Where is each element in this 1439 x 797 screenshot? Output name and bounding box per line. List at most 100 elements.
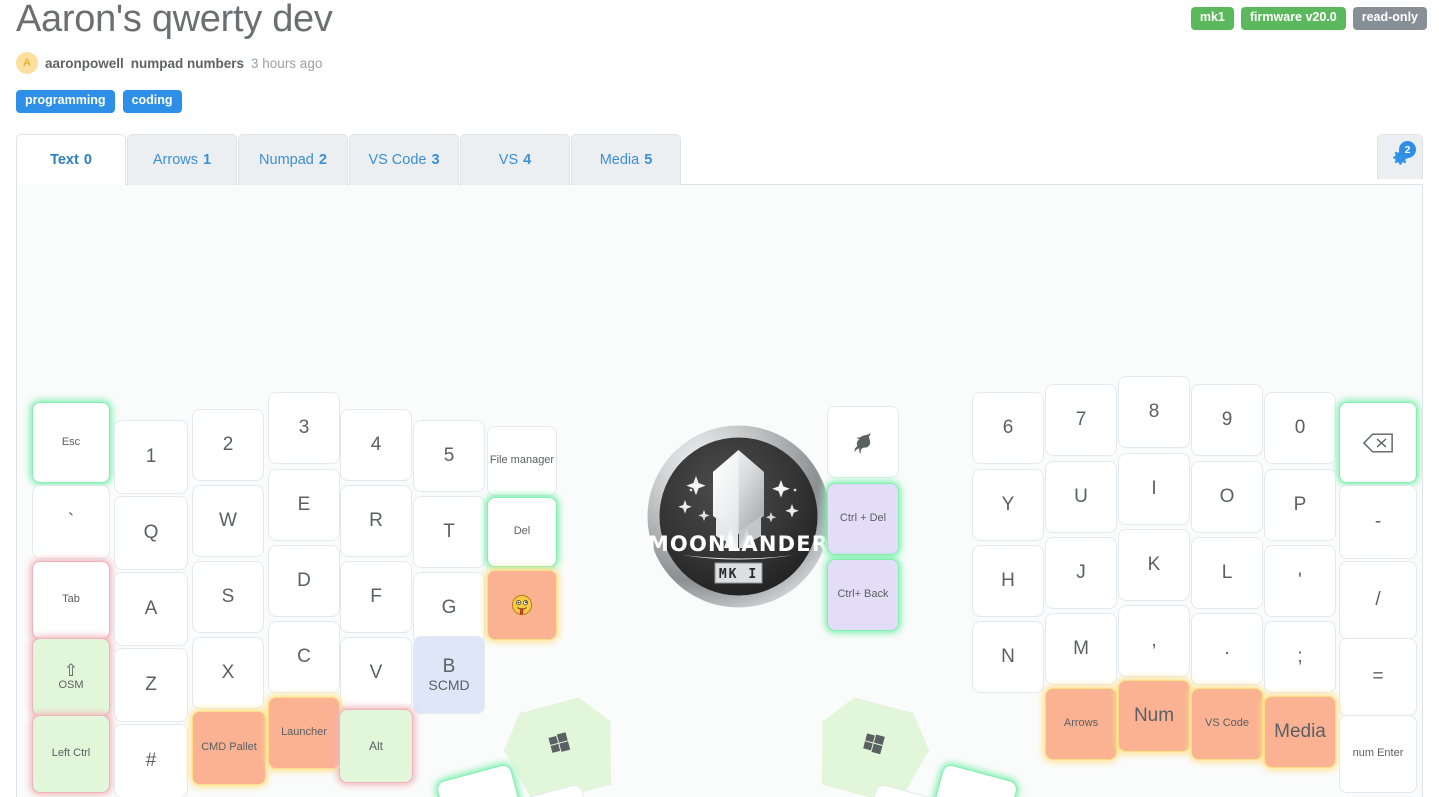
left-key-left-ctrl[interactable]: Left Ctrl <box>33 716 109 792</box>
tab-media[interactable]: Media 5 <box>571 134 681 185</box>
tab-settings[interactable]: 2 <box>1377 134 1423 179</box>
left-key-emoji[interactable] <box>488 571 556 639</box>
right-key-m[interactable]: M <box>1046 614 1116 684</box>
key-label: ' <box>1298 569 1302 591</box>
tab-label: VS Code <box>368 152 427 168</box>
layer-tabstrip: Text 0 Arrows 1 Numpad 2 VS Code 3 VS 4 Media 5 <box>16 134 1423 185</box>
key-label: P <box>1293 493 1307 515</box>
left-key-alt[interactable]: Alt <box>340 710 412 782</box>
key-label: B <box>442 656 456 678</box>
key-label: Q <box>143 521 159 543</box>
left-key-4[interactable]: 4 <box>341 410 411 480</box>
left-key-f[interactable]: F <box>341 562 411 632</box>
right-key-key[interactable]: ; <box>1265 622 1335 692</box>
right-key-key[interactable]: , <box>1119 606 1189 676</box>
tab-label: Numpad <box>259 152 314 168</box>
left-key-q[interactable]: Q <box>115 497 187 569</box>
right-key-media[interactable]: Media <box>1265 697 1335 767</box>
left-key-t[interactable]: T <box>414 497 484 567</box>
tab-index: 1 <box>203 152 212 168</box>
right-key-key[interactable]: = <box>1340 639 1416 715</box>
tag-programming[interactable]: programming <box>16 90 115 113</box>
left-key-key[interactable]: ` <box>33 486 109 558</box>
key-label: C <box>297 645 311 667</box>
left-key-a[interactable]: A <box>115 573 187 645</box>
key-label: E <box>297 493 311 515</box>
left-key-esc[interactable]: Esc <box>33 403 109 482</box>
right-key-horse[interactable] <box>828 407 898 477</box>
left-key-launcher[interactable]: Launcher <box>269 698 339 768</box>
thumb-win[interactable] <box>496 691 626 797</box>
tab-text[interactable]: Text 0 <box>16 134 126 185</box>
left-key-tab[interactable]: Tab <box>33 562 109 638</box>
right-key-bksp[interactable] <box>1340 403 1416 482</box>
right-key-0[interactable]: 0 <box>1265 393 1335 463</box>
left-key-c[interactable]: C <box>269 622 339 692</box>
right-key-7[interactable]: 7 <box>1046 385 1116 455</box>
left-key-cmd-pallet[interactable]: CMD Pallet <box>193 712 265 784</box>
right-key-ctrl-back[interactable]: Ctrl+ Back <box>828 560 898 630</box>
right-key-i[interactable]: I <box>1119 454 1189 524</box>
right-key-8[interactable]: 8 <box>1119 377 1189 447</box>
right-key-vs-code[interactable]: VS Code <box>1192 689 1262 759</box>
key-label: CMD Pallet <box>201 741 257 754</box>
left-key-d[interactable]: D <box>269 546 339 616</box>
right-key-key[interactable]: . <box>1192 614 1262 684</box>
layout-meta: A aaronpowell numpad numbers 3 hours ago <box>16 52 322 74</box>
tab-numpad[interactable]: Numpad 2 <box>238 134 348 185</box>
left-key-b[interactable]: B SCMD <box>414 637 484 713</box>
left-key-2[interactable]: 2 <box>193 410 263 480</box>
left-key-5[interactable]: 5 <box>414 421 484 491</box>
left-key-w[interactable]: W <box>193 486 263 556</box>
left-key-v[interactable]: V <box>341 638 411 708</box>
thumb-arrowkey[interactable]: ⇗ <box>917 764 1018 797</box>
right-key-key[interactable]: - <box>1340 486 1416 558</box>
key-label: 8 <box>1148 400 1160 422</box>
key-label: , <box>1151 629 1157 651</box>
key-label: Media <box>1274 720 1326 742</box>
left-key-e[interactable]: E <box>269 470 339 540</box>
right-key-9[interactable]: 9 <box>1192 385 1262 455</box>
left-key-x[interactable]: X <box>193 638 263 708</box>
right-key-key[interactable]: ' <box>1265 546 1335 616</box>
tab-vs-code[interactable]: VS Code 3 <box>349 134 459 185</box>
left-key-key[interactable]: # <box>115 725 187 797</box>
right-key-p[interactable]: P <box>1265 470 1335 540</box>
left-key-r[interactable]: R <box>341 486 411 556</box>
tab-arrows[interactable]: Arrows 1 <box>127 134 237 185</box>
right-key-k[interactable]: K <box>1119 530 1189 600</box>
right-key-num[interactable]: Num <box>1119 681 1189 751</box>
tag-coding[interactable]: coding <box>122 90 182 113</box>
author-name[interactable]: aaronpowell <box>45 56 124 71</box>
key-label: OSM <box>58 679 84 692</box>
tab-vs[interactable]: VS 4 <box>460 134 570 185</box>
left-key-z[interactable]: Z <box>115 649 187 721</box>
right-key-l[interactable]: L <box>1192 538 1262 608</box>
right-key-key[interactable]: / <box>1340 562 1416 638</box>
left-key-s[interactable]: S <box>193 562 263 632</box>
right-key-6[interactable]: 6 <box>973 393 1043 463</box>
right-key-y[interactable]: Y <box>973 470 1043 540</box>
thumb-key-surface <box>807 691 937 797</box>
right-key-u[interactable]: U <box>1046 462 1116 532</box>
right-key-arrows[interactable]: Arrows <box>1046 689 1116 759</box>
key-label: 4 <box>370 433 382 455</box>
left-key-3[interactable]: 3 <box>269 393 339 463</box>
settings-badge-count: 2 <box>1399 141 1416 158</box>
right-key-h[interactable]: H <box>973 546 1043 616</box>
key-label: V <box>369 661 383 683</box>
right-key-ctrl-del[interactable]: Ctrl + Del <box>828 484 898 554</box>
right-key-j[interactable]: J <box>1046 538 1116 608</box>
thumb-win-r[interactable] <box>807 691 937 797</box>
tab-label: Media <box>599 152 640 168</box>
activity-text: numpad numbers <box>130 55 245 71</box>
right-key-num-enter[interactable]: num Enter <box>1340 716 1416 792</box>
windows-icon <box>862 731 886 755</box>
right-key-o[interactable]: O <box>1192 462 1262 532</box>
left-key-file-manager[interactable]: File manager <box>488 427 556 495</box>
left-key-del[interactable]: Del <box>488 498 556 566</box>
left-key-g[interactable]: G <box>414 573 484 643</box>
left-key-1[interactable]: 1 <box>115 421 187 493</box>
right-key-n[interactable]: N <box>973 622 1043 692</box>
left-key-osm[interactable]: ⇧ OSM <box>33 639 109 715</box>
